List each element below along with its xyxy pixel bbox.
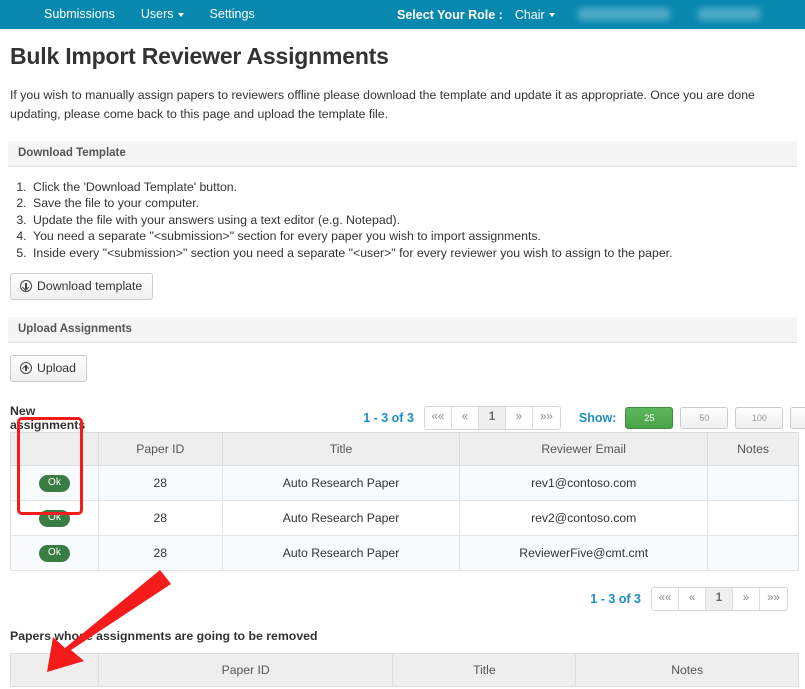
role-selector-value-label: Chair [514,7,545,22]
new-assignments-table: Paper ID Title Reviewer Email Notes Ok 2… [10,432,799,572]
pagination-last-button[interactable]: »» [532,407,560,430]
pagination-next-button[interactable]: » [733,588,760,611]
row-paper-id: 28 [98,500,223,537]
pagination-first-button[interactable]: «« [424,407,452,430]
nav-item-submissions[interactable]: Submissions [31,0,128,29]
new-assignments-toolbar: New assignments 1 - 3 of 3 «« « 1 » »» S… [8,404,805,433]
page-title: Bulk Import Reviewer Assignments [10,43,389,69]
row-reviewer-email: ReviewerFive@cmt.cmt [459,535,709,572]
pagination-last-button[interactable]: »» [760,588,787,611]
page-size-100-button[interactable]: 100 [735,407,784,430]
page-intro-text: If you wish to manually assign papers to… [10,88,755,121]
row-paper-id: 28 [98,535,223,572]
top-pagination-buttons: «« « 1 » »» [423,406,561,431]
bottom-pagination-buttons: «« « 1 » »» [651,587,788,612]
role-selector: Select Your Role : Chair [397,8,555,22]
removed-assignments-table-head: Paper ID Title Notes [10,653,799,688]
new-assignments-table-head: Paper ID Title Reviewer Email Notes [10,432,799,467]
row-title: Auto Research Paper [222,500,461,537]
page-size-buttons: 25 50 100 All [625,407,805,430]
nav-item-settings-label: Settings [209,7,255,21]
page-size-50-button[interactable]: 50 [680,407,729,430]
table-header-row: Paper ID Title Reviewer Email Notes [10,432,799,467]
download-template-section-header: Download Template [8,141,797,167]
column-header-notes: Notes [575,653,799,688]
status-badge: Ok [39,510,70,528]
redacted-user-name [578,8,670,20]
column-header-status [10,653,99,688]
row-reviewer-email: rev2@contoso.com [459,500,709,537]
redacted-menu-item [698,8,760,20]
chevron-down-icon [548,13,555,18]
status-badge: Ok [39,545,70,563]
column-header-title: Title [392,653,577,688]
instruction-step: Update the file with your answers using … [30,212,797,228]
bottom-pagination: 1 - 3 of 3 «« « 1 » »» [8,587,797,612]
row-paper-id: 28 [98,465,223,502]
new-assignments-title: New assignments [10,404,86,433]
row-notes [707,535,799,572]
row-status-cell: Ok [10,500,99,537]
role-selector-label: Select Your Role : [397,7,503,22]
nav-item-users[interactable]: Users [128,0,197,29]
removed-assignments-title: Papers whose assignments are going to be… [10,629,318,644]
page-root: Submissions Users Settings Select Your R… [0,0,805,689]
row-notes [707,465,799,502]
download-button-row: Download template [10,273,797,301]
row-status-cell: Ok [10,465,99,502]
column-header-reviewer-email: Reviewer Email [459,432,709,467]
row-status-cell: Ok [10,535,99,572]
instruction-step: Click the 'Download Template' button. [30,179,797,195]
chevron-down-icon [177,12,184,17]
column-header-paper-id: Paper ID [98,432,223,467]
new-assignments-table-body: Ok 28 Auto Research Paper rev1@contoso.c… [10,465,799,572]
role-selector-value[interactable]: Chair [515,8,555,22]
download-circle-icon [20,280,32,293]
column-header-title: Title [222,432,461,467]
page-size-all-button[interactable]: All [790,407,805,430]
row-title: Auto Research Paper [222,465,461,502]
nav-links: Submissions Users Settings [0,0,268,29]
pagination-page-1-button[interactable]: 1 [478,407,506,430]
column-header-paper-id: Paper ID [98,653,394,688]
download-instructions-list: Click the 'Download Template' button. Sa… [8,179,797,261]
top-pagination-count: 1 - 3 of 3 [363,411,414,426]
column-header-notes: Notes [707,432,799,467]
table-row: Ok 28 Auto Research Paper ReviewerFive@c… [10,535,799,572]
row-notes [707,500,799,537]
row-reviewer-email: rev1@contoso.com [459,465,709,502]
upload-button-row: Upload [10,355,797,383]
upload-button[interactable]: Upload [10,355,87,383]
upload-button-label: Upload [37,361,76,376]
table-header-row: Paper ID Title Notes [10,653,799,688]
nav-item-settings[interactable]: Settings [197,0,268,29]
instruction-step: You need a separate "<submission>" secti… [30,228,797,244]
pagination-page-1-button[interactable]: 1 [706,588,733,611]
table-row: Ok 28 Auto Research Paper rev1@contoso.c… [10,465,799,502]
upload-circle-icon [20,362,32,375]
download-template-button[interactable]: Download template [10,273,154,301]
nav-item-users-label: Users [140,7,174,21]
pagination-first-button[interactable]: «« [652,588,679,611]
nav-item-submissions-label: Submissions [44,7,115,21]
column-header-status [10,432,99,467]
row-title: Auto Research Paper [222,535,461,572]
pagination-prev-button[interactable]: « [451,407,479,430]
page-size-25-button[interactable]: 25 [625,407,674,430]
removed-assignments-table: Paper ID Title Notes [10,653,799,688]
pagination-next-button[interactable]: » [505,407,533,430]
status-badge: Ok [39,475,70,493]
bottom-pagination-count: 1 - 3 of 3 [590,592,641,607]
upload-assignments-section-header: Upload Assignments [8,317,797,344]
pagination-prev-button[interactable]: « [679,588,706,611]
show-label: Show: [578,411,617,426]
top-navbar: Submissions Users Settings Select Your R… [0,0,805,29]
instruction-step: Inside every "<submission>" section you … [30,245,797,261]
top-pagination: 1 - 3 of 3 «« « 1 » »» Show: 25 50 100 A… [363,406,805,431]
instruction-step: Save the file to your computer. [30,195,797,211]
page-content: Bulk Import Reviewer Assignments If you … [0,43,805,689]
download-template-button-label: Download template [37,279,143,294]
table-row: Ok 28 Auto Research Paper rev2@contoso.c… [10,500,799,537]
